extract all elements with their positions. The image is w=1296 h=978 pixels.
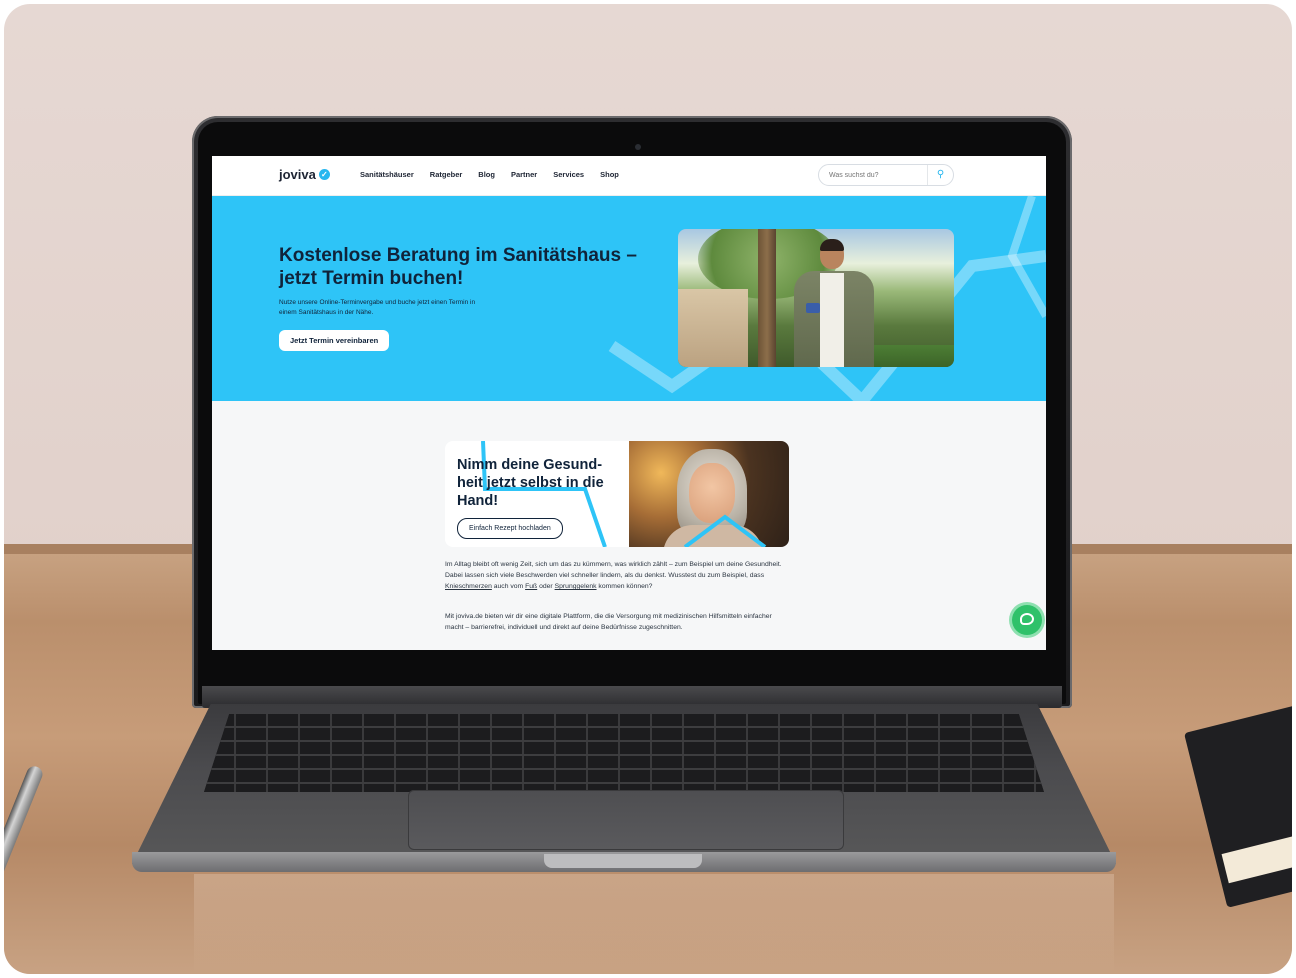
checkmark-badge-icon: ✓ (318, 169, 330, 180)
site-header: joviva ✓ Sanitätshäuser Ratgeber Blog Pa… (212, 156, 1046, 196)
search-box: ⚲ (818, 164, 954, 186)
site-logo[interactable]: joviva ✓ (279, 167, 330, 182)
search-input[interactable] (829, 169, 925, 182)
nav-item-services[interactable]: Services (553, 170, 584, 179)
main-content: Nimm deine Gesund-heit jetzt selbst in d… (212, 401, 1046, 650)
trackpad (408, 790, 844, 850)
upload-prescription-button[interactable]: Einfach Rezept hochladen (457, 518, 563, 539)
man-figure (790, 239, 876, 367)
platform-paragraph: Mit joviva.de bieten wir dir eine digita… (445, 613, 772, 631)
laptop-notch (544, 854, 702, 868)
logo-text: joviva (279, 167, 316, 182)
link-fuss[interactable]: Fuß (525, 583, 537, 590)
hero-title: Kostenlose Beratung im Sanitätshaus – je… (279, 245, 637, 289)
prescription-upload-card: Nimm deine Gesund-heit jetzt selbst in d… (445, 441, 789, 547)
nav-item-partner[interactable]: Partner (511, 170, 537, 179)
hero-subtitle: Nutze unsere Online-Terminvergabe und bu… (279, 299, 476, 316)
card-title: Nimm deine Gesund-heit jetzt selbst in d… (457, 457, 604, 509)
nav-item-blog[interactable]: Blog (478, 170, 495, 179)
desk-reflection (194, 874, 1114, 974)
hero-section: Kostenlose Beratung im Sanitätshaus – je… (212, 196, 1046, 401)
keyboard (204, 714, 1044, 792)
search-icon[interactable]: ⚲ (927, 165, 953, 185)
hero-image-man-with-phone (678, 229, 954, 367)
nav-item-ratgeber[interactable]: Ratgeber (430, 170, 463, 179)
nav-item-shop[interactable]: Shop (600, 170, 619, 179)
website-screen: joviva ✓ Sanitätshäuser Ratgeber Blog Pa… (212, 156, 1046, 650)
link-knieschmerzen[interactable]: Knieschmerzen (445, 583, 492, 590)
camera (635, 144, 641, 150)
link-sprunggelenk[interactable]: Sprunggelenk (555, 583, 597, 590)
chat-bubble-icon[interactable] (1012, 605, 1042, 635)
book-appointment-button[interactable]: Jetzt Termin vereinbaren (279, 330, 390, 351)
main-nav: Sanitätshäuser Ratgeber Blog Partner Ser… (360, 170, 619, 179)
intro-paragraph: Im Alltag bleibt oft wenig Zeit, sich um… (445, 561, 782, 590)
nav-item-sanitaetshaeuser[interactable]: Sanitätshäuser (360, 170, 414, 179)
